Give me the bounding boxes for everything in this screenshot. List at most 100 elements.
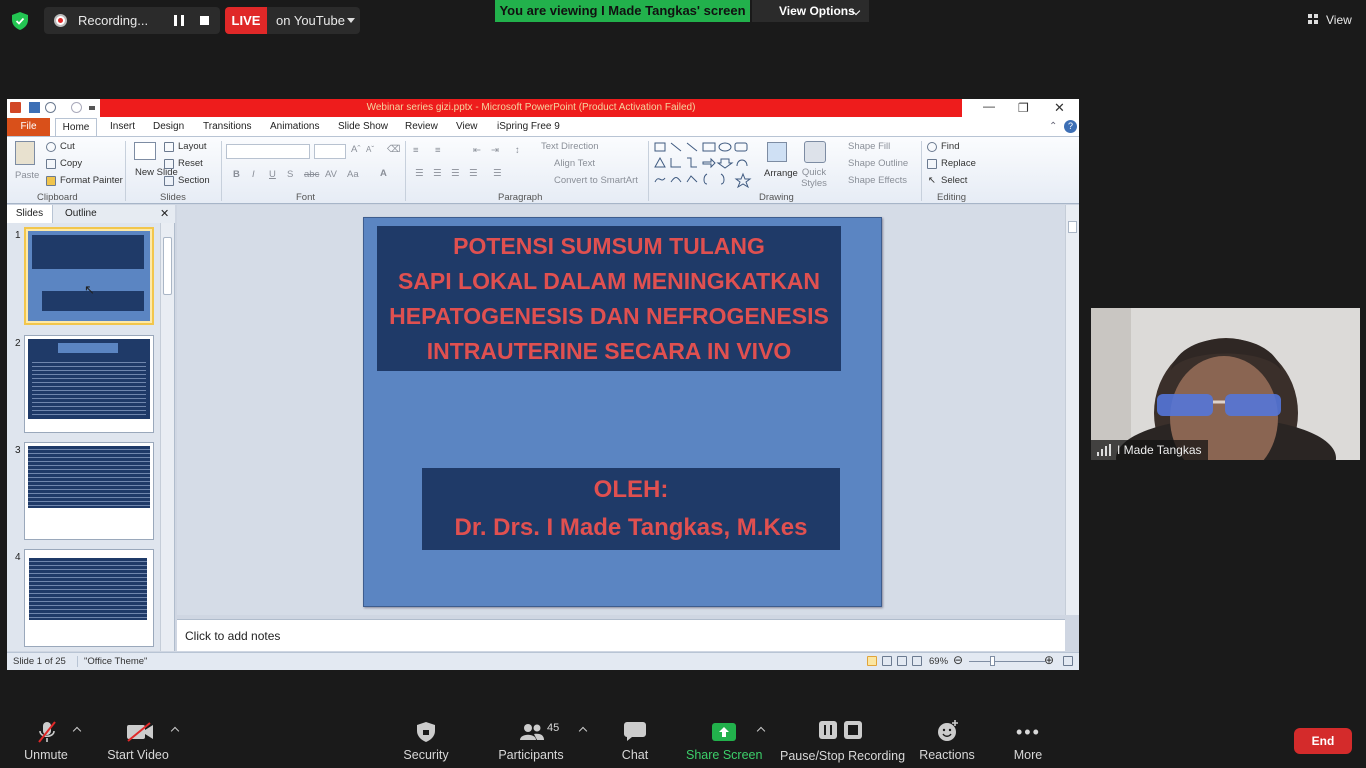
underline-icon[interactable]: U [269, 169, 276, 180]
live-stream-indicator[interactable]: LIVE on YouTube [225, 7, 360, 34]
end-meeting-button[interactable]: End [1294, 728, 1352, 754]
section-button[interactable]: Section [178, 175, 210, 186]
participants-button[interactable]: 45 Participants [494, 714, 568, 768]
numbering-icon[interactable]: ≡ [435, 145, 441, 156]
copy-button[interactable]: Copy [60, 158, 82, 169]
more-button[interactable]: ••• More [1004, 714, 1052, 768]
character-spacing-icon[interactable]: AV [325, 169, 337, 180]
select-button[interactable]: Select [941, 175, 967, 186]
normal-view-icon[interactable] [867, 656, 877, 666]
font-size-dropdown[interactable] [314, 144, 346, 159]
align-left-icon[interactable]: ☰ [415, 168, 424, 179]
replace-button[interactable]: Replace [941, 158, 976, 169]
minimize-icon[interactable]: — [983, 99, 995, 113]
zoom-in-icon[interactable]: ⊕ [1044, 653, 1054, 667]
tab-ispring[interactable]: iSpring Free 9 [497, 121, 560, 132]
quick-styles-icon[interactable] [804, 141, 826, 163]
help-icon[interactable]: ? [1064, 120, 1077, 133]
security-shield-icon[interactable] [12, 12, 28, 30]
slide-thumbnail-3[interactable] [24, 442, 154, 540]
shape-effects-button[interactable]: Shape Effects [848, 175, 907, 186]
format-painter-button[interactable]: Format Painter [60, 175, 123, 186]
current-slide[interactable]: POTENSI SUMSUM TULANG SAPI LOKAL DALAM M… [363, 217, 882, 607]
fit-to-window-icon[interactable] [1063, 656, 1073, 666]
tab-insert[interactable]: Insert [110, 121, 135, 132]
participants-options-chevron-icon[interactable] [578, 726, 588, 736]
redo-icon[interactable] [71, 102, 82, 113]
share-screen-button[interactable]: Share Screen [686, 714, 762, 768]
align-right-icon[interactable]: ☰ [451, 168, 460, 179]
tab-transitions[interactable]: Transitions [203, 121, 252, 132]
zoom-out-icon[interactable]: ⊖ [953, 653, 963, 667]
customize-toolbar-icon[interactable] [89, 106, 95, 110]
undo-icon[interactable] [45, 102, 56, 113]
notes-pane[interactable]: Click to add notes [177, 619, 1065, 651]
close-pane-icon[interactable]: ✕ [160, 207, 169, 220]
zoom-slider-thumb[interactable] [990, 656, 995, 666]
start-video-button[interactable]: Start Video [102, 714, 174, 768]
reset-button[interactable]: Reset [178, 158, 203, 169]
grow-font-icon[interactable]: Aˆ [351, 144, 361, 155]
save-icon[interactable] [29, 102, 40, 113]
view-options-button[interactable]: View Options [752, 0, 869, 22]
line-spacing-icon[interactable]: ↕ [515, 145, 520, 156]
convert-smartart-button[interactable]: Convert to SmartArt [554, 175, 638, 186]
font-name-dropdown[interactable] [226, 144, 310, 159]
shapes-gallery[interactable] [653, 140, 757, 188]
shrink-font-icon[interactable]: Aˇ [366, 145, 374, 154]
columns-icon[interactable]: ☰ [493, 168, 502, 179]
decrease-indent-icon[interactable]: ⇤ [473, 145, 481, 156]
slide-thumbnail-4[interactable] [24, 549, 154, 647]
layout-button[interactable]: Layout [178, 141, 207, 152]
shadow-icon[interactable]: S [287, 169, 293, 180]
view-button[interactable]: View [1300, 8, 1360, 32]
minimize-ribbon-icon[interactable]: ⌃ [1049, 121, 1057, 132]
security-button[interactable]: Security [396, 714, 456, 768]
restore-icon[interactable]: ❐ [1018, 101, 1029, 115]
quick-styles-button[interactable]: Quick Styles [799, 167, 829, 189]
shape-fill-button[interactable]: Shape Fill [848, 141, 890, 152]
text-direction-button[interactable]: Text Direction [541, 141, 599, 152]
bold-icon[interactable]: B [233, 169, 240, 180]
reading-view-icon[interactable] [897, 656, 907, 666]
zoom-slider[interactable] [969, 661, 1045, 662]
slide-author-box[interactable]: OLEH: Dr. Drs. I Made Tangkas, M.Kes [422, 468, 840, 550]
align-center-icon[interactable]: ☰ [433, 168, 442, 179]
tab-animations[interactable]: Animations [270, 121, 319, 132]
new-slide-button[interactable]: New Slide [135, 167, 178, 178]
strikethrough-icon[interactable]: abc [304, 169, 319, 180]
slides-pane-scrollbar[interactable] [160, 223, 174, 651]
slide-editing-area[interactable]: POTENSI SUMSUM TULANG SAPI LOKAL DALAM M… [177, 205, 1079, 615]
change-case-icon[interactable]: Aa [347, 169, 359, 180]
tab-outline[interactable]: Outline [65, 208, 97, 219]
shape-outline-button[interactable]: Shape Outline [848, 158, 908, 169]
arrange-button[interactable]: Arrange [764, 168, 798, 179]
participant-video-tile[interactable]: I Made Tangkas [1091, 308, 1360, 460]
tab-home[interactable]: Home [55, 118, 97, 137]
reactions-button[interactable]: Reactions [916, 714, 978, 768]
zoom-level[interactable]: 69% [929, 656, 948, 667]
stop-recording-icon[interactable] [200, 16, 209, 25]
close-icon[interactable]: ✕ [1054, 100, 1065, 116]
tab-slides[interactable]: Slides [7, 205, 53, 223]
tab-view[interactable]: View [456, 121, 478, 132]
paste-icon[interactable] [15, 141, 35, 165]
justify-icon[interactable]: ☰ [469, 168, 478, 179]
slide-thumbnail-2[interactable] [24, 335, 154, 433]
tab-slide-show[interactable]: Slide Show [338, 121, 388, 132]
cut-button[interactable]: Cut [60, 141, 75, 152]
bullets-icon[interactable]: ≡ [413, 145, 419, 156]
italic-icon[interactable]: I [252, 169, 255, 180]
increase-indent-icon[interactable]: ⇥ [491, 145, 499, 156]
tab-review[interactable]: Review [405, 121, 438, 132]
slide-area-scrollbar[interactable] [1065, 205, 1079, 615]
slide-sorter-icon[interactable] [882, 656, 892, 666]
arrange-icon[interactable] [767, 142, 787, 162]
tab-file[interactable]: File [7, 118, 50, 136]
new-slide-icon[interactable] [134, 142, 156, 160]
pause-recording-icon[interactable] [174, 15, 184, 26]
slide-title-box[interactable]: POTENSI SUMSUM TULANG SAPI LOKAL DALAM M… [377, 226, 841, 371]
unmute-button[interactable]: Unmute [16, 714, 76, 768]
slide-thumbnail-1[interactable]: ↖ [24, 227, 154, 325]
chat-button[interactable]: Chat [610, 714, 660, 768]
